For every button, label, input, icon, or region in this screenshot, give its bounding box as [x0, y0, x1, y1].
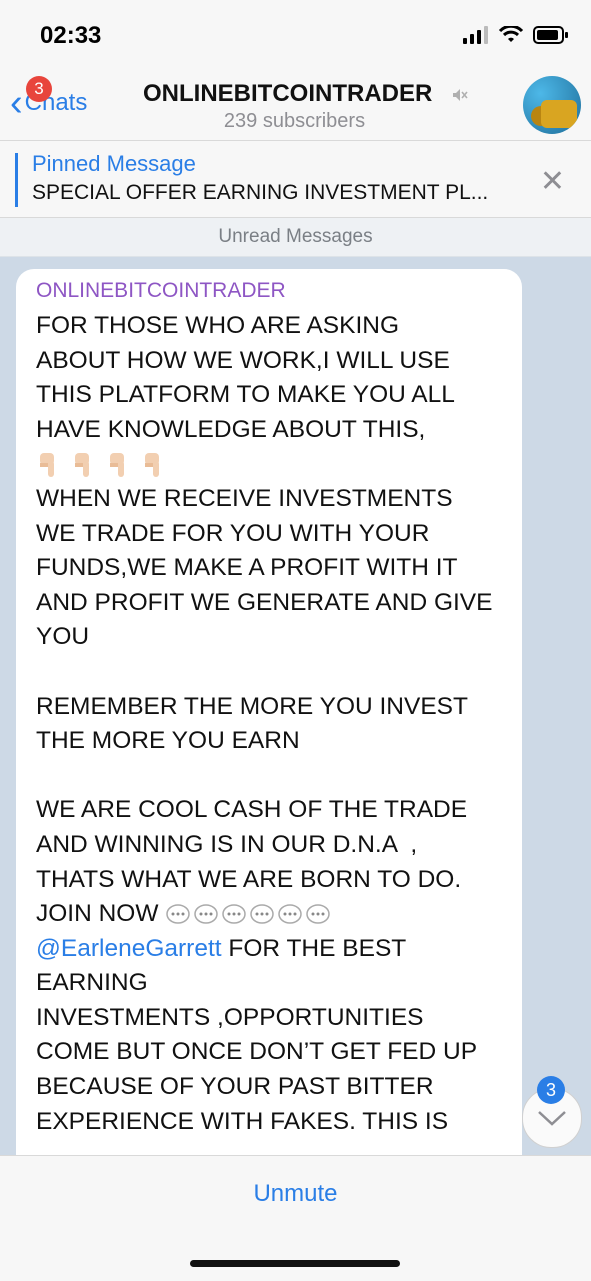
speech-bubble-icon [194, 903, 219, 924]
bottom-bar: Unmute [0, 1155, 591, 1281]
message-text: FOR THOSE WHO ARE ASKING ABOUT HOW WE WO… [36, 309, 516, 1139]
speaker-muted-icon [453, 89, 468, 101]
unmute-button[interactable]: Unmute [0, 1180, 591, 1208]
mention-link[interactable]: @EarleneGarrett [36, 935, 222, 962]
pinned-text: SPECIAL OFFER EARNING INVESTMENT PL... [32, 181, 489, 204]
subscriber-count: 239 subscribers [223, 110, 366, 132]
unread-chats-badge: 3 [26, 76, 52, 102]
message-sender: ONLINEBITCOINTRADER [36, 279, 286, 302]
close-icon[interactable]: ✕ [540, 167, 565, 197]
hand-pointing-down-icon [145, 452, 159, 477]
new-messages-badge: 3 [537, 1076, 565, 1104]
hand-pointing-down-icon [110, 452, 124, 477]
chevron-down-icon [538, 1111, 566, 1126]
speech-bubble-icon [222, 903, 247, 924]
speech-bubble-icon [306, 903, 331, 924]
status-icons [463, 26, 569, 44]
pinned-accent-bar [15, 153, 18, 207]
pinned-title: Pinned Message [32, 151, 196, 176]
status-bar: 02:33 [0, 0, 591, 70]
message-bubble[interactable]: ONLINEBITCOINTRADER FOR THOSE WHO ARE AS… [16, 269, 522, 1155]
speech-bubble-emoji-row [165, 900, 333, 927]
battery-icon [533, 26, 568, 44]
hand-pointing-down-icon [75, 452, 89, 477]
speech-bubble-icon [250, 903, 275, 924]
signal-icon [463, 26, 488, 44]
home-indicator [190, 1260, 400, 1267]
chat-area[interactable]: ONLINEBITCOINTRADER FOR THOSE WHO ARE AS… [0, 257, 591, 1155]
channel-title[interactable]: ONLINEBITCOINTRADER [143, 80, 432, 108]
chat-header: ‹ Chats 3 ONLINEBITCOINTRADER 239 subscr… [0, 70, 591, 141]
wifi-icon [499, 26, 523, 42]
clock: 02:33 [40, 22, 102, 49]
channel-avatar[interactable] [523, 76, 581, 134]
speech-bubble-icon [166, 903, 191, 924]
message-text-part3: FOR THE BEST EARNING INVESTMENTS ,OPPORT… [36, 934, 478, 1135]
speech-bubble-icon [278, 903, 303, 924]
hand-pointing-down-icon [40, 452, 54, 477]
message-text-part2: WHEN WE RECEIVE INVESTMENTS WE TRADE FOR… [36, 484, 493, 928]
unread-divider: Unread Messages [0, 218, 591, 257]
pinned-message-bar[interactable]: Pinned Message SPECIAL OFFER EARNING INV… [0, 141, 591, 218]
message-text-part1: FOR THOSE WHO ARE ASKING ABOUT HOW WE WO… [36, 312, 455, 443]
pointing-down-emoji-row [36, 447, 176, 482]
